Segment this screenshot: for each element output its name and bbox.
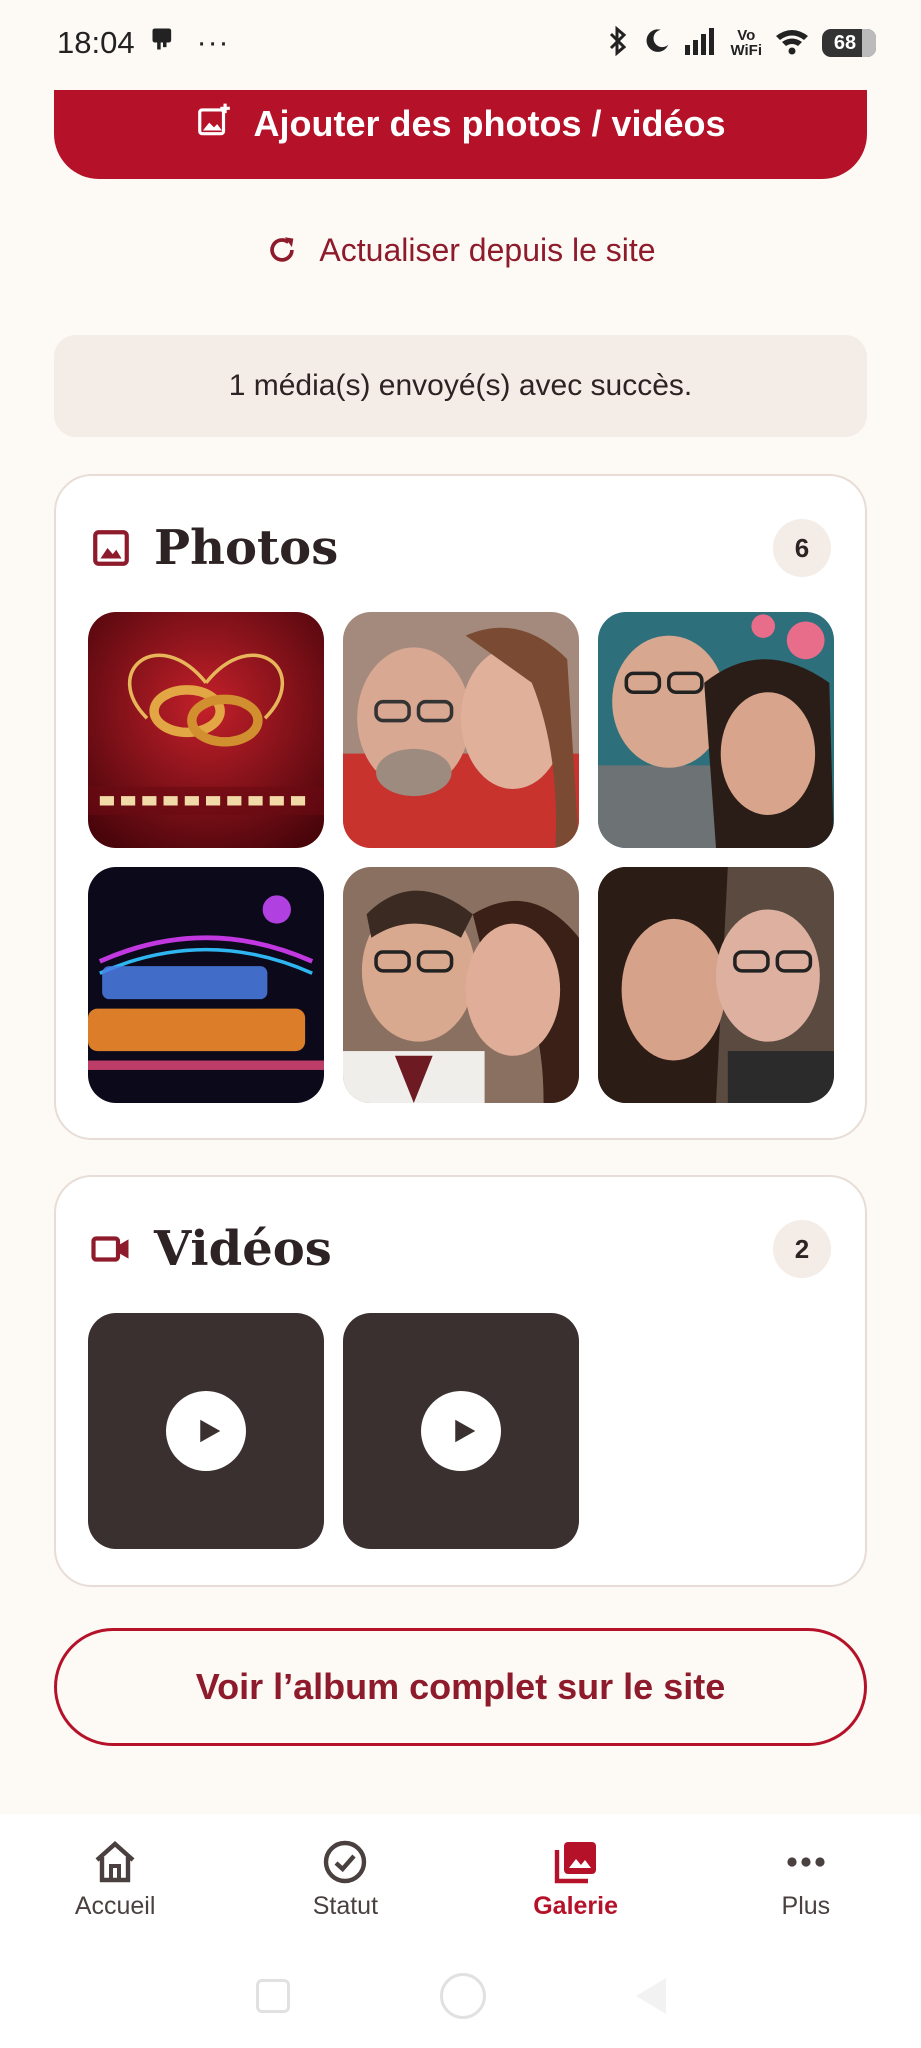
add-media-label: Ajouter des photos / vidéos: [253, 102, 726, 144]
nav-label-galerie: Galerie: [533, 1891, 619, 1920]
home-button[interactable]: [439, 1973, 486, 2019]
photos-title: Photos: [154, 520, 339, 576]
upload-success-message: 1 média(s) envoyé(s) avec succès.: [54, 335, 867, 437]
nav-item-plus[interactable]: Plus: [691, 1814, 921, 1944]
play-button[interactable]: [166, 1391, 246, 1471]
videos-count-badge: 2: [773, 1220, 831, 1278]
back-button[interactable]: [635, 1978, 666, 2014]
home-icon: [95, 1840, 135, 1882]
video-camera-icon: [91, 1236, 129, 1262]
moon-icon: [642, 26, 672, 61]
view-album-button[interactable]: Voir l’album complet sur le site: [54, 1628, 867, 1746]
system-navigation-bar: [0, 1944, 921, 2048]
add-photo-icon: [198, 103, 231, 135]
wifi-icon: [774, 27, 810, 60]
play-button[interactable]: [421, 1391, 501, 1471]
photo-thumbnail[interactable]: [88, 867, 324, 1103]
videos-title: Vidéos: [154, 1221, 332, 1277]
nav-label-accueil: Accueil: [74, 1891, 156, 1920]
add-media-button[interactable]: Ajouter des photos / vidéos: [54, 90, 867, 179]
videos-grid: [88, 1313, 579, 1549]
signal-icon: [684, 27, 718, 60]
vowifi-indicator: Vo WiFi: [730, 28, 762, 58]
photo-thumbnail[interactable]: [598, 867, 834, 1103]
videos-header: Vidéos 2: [90, 1217, 831, 1281]
vowifi-top: Vo: [737, 27, 756, 44]
nav-label-statut: Statut: [312, 1891, 379, 1920]
play-icon: [199, 1419, 220, 1443]
status-left: 18:04 ···: [57, 25, 230, 61]
vowifi-bottom: WiFi: [730, 42, 762, 59]
photos-count-badge: 6: [773, 519, 831, 577]
status-time: 18:04: [57, 25, 135, 60]
photo-thumbnail[interactable]: [598, 612, 834, 848]
photos-card: Photos 6: [54, 474, 867, 1140]
nav-label-plus: Plus: [781, 1891, 831, 1920]
play-icon: [454, 1419, 475, 1443]
battery-indicator: 68: [822, 29, 876, 57]
upload-success-text: 1 média(s) envoyé(s) avec succès.: [228, 369, 693, 402]
notification-icon: [149, 25, 177, 61]
video-thumbnail[interactable]: [343, 1313, 579, 1549]
nav-item-statut[interactable]: Statut: [230, 1814, 460, 1944]
photo-thumbnail[interactable]: [343, 612, 579, 848]
image-icon: [93, 530, 129, 566]
battery-level: 68: [833, 31, 857, 54]
recent-apps-button[interactable]: [255, 1979, 290, 2013]
refresh-button[interactable]: Actualiser depuis le site: [0, 222, 921, 278]
photos-grid: [88, 612, 834, 1103]
status-right: Vo WiFi 68: [606, 25, 876, 62]
more-icon: [787, 1856, 825, 1867]
video-thumbnail[interactable]: [88, 1313, 324, 1549]
nav-item-accueil[interactable]: Accueil: [0, 1814, 230, 1944]
view-album-label: Voir l’album complet sur le site: [195, 1666, 726, 1707]
photo-thumbnail[interactable]: [343, 867, 579, 1103]
gallery-icon: [554, 1841, 596, 1883]
photos-header: Photos 6: [90, 516, 831, 580]
refresh-icon: [270, 237, 295, 262]
nav-item-galerie[interactable]: Galerie: [461, 1814, 691, 1944]
bottom-navigation: Accueil Statut Galerie Plus: [0, 1814, 921, 1944]
status-bar: 18:04 ··· Vo WiFi 68: [0, 0, 921, 86]
status-more-dots: ···: [196, 26, 230, 59]
videos-card: Vidéos 2: [54, 1175, 867, 1587]
refresh-label: Actualiser depuis le site: [319, 231, 656, 268]
photo-thumbnail[interactable]: [88, 612, 324, 848]
bluetooth-icon: [606, 25, 630, 62]
check-circle-icon: [324, 1840, 367, 1883]
